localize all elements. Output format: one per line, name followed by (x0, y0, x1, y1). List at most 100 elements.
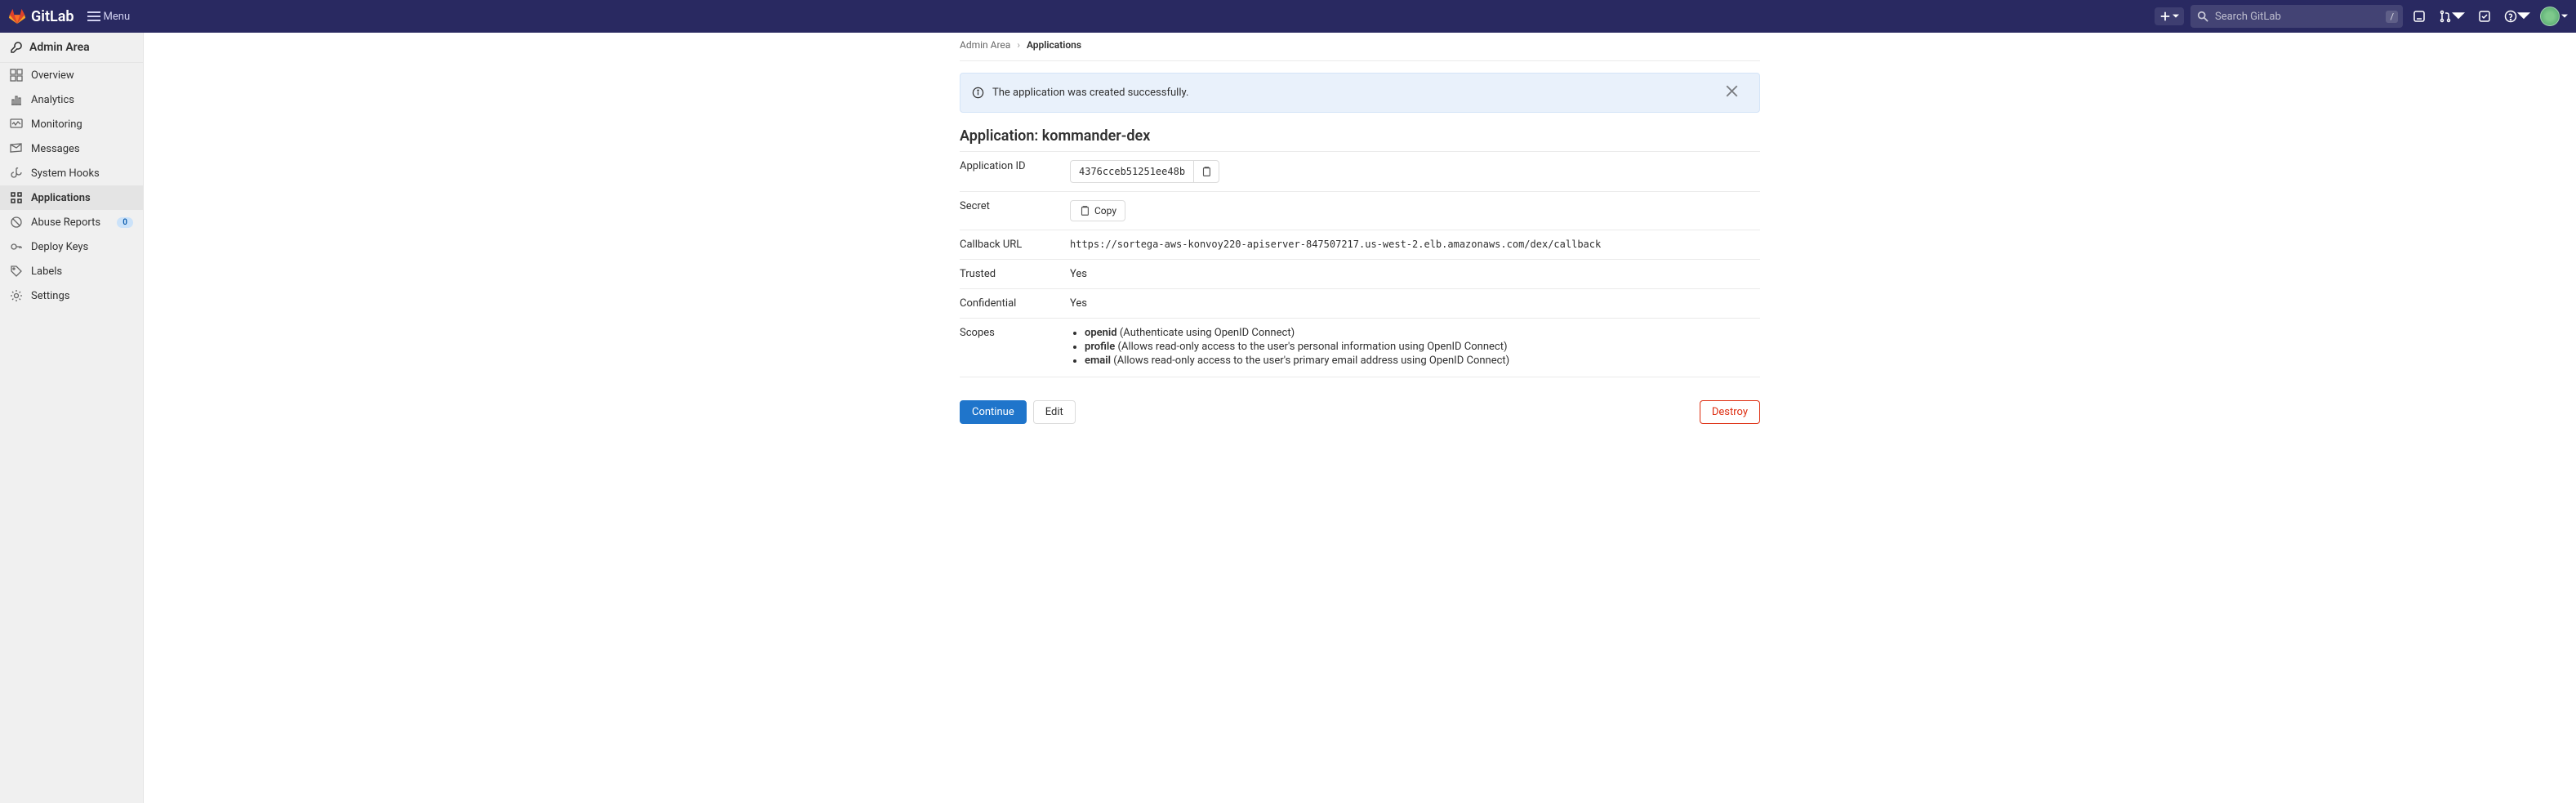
label-confidential: Confidential (960, 297, 1070, 310)
user-menu[interactable] (2540, 7, 2568, 26)
sidebar-item-label: Overview (31, 69, 74, 82)
sidebar-item-analytics[interactable]: Analytics (0, 87, 143, 112)
chevron-down-icon (2173, 14, 2179, 19)
sidebar-item-applications[interactable]: Applications (0, 185, 143, 210)
brand-text: GitLab (31, 8, 74, 25)
app-id-value[interactable]: 4376cceb51251ee48b (1071, 161, 1193, 182)
copy-secret-button[interactable]: Copy (1070, 200, 1125, 221)
sidebar-title-text: Admin Area (29, 41, 90, 54)
breadcrumb-separator: › (1017, 39, 1020, 51)
sidebar-item-label: Labels (31, 265, 62, 278)
destroy-button[interactable]: Destroy (1700, 400, 1760, 424)
search-input[interactable] (2208, 11, 2386, 23)
row-app-id: Application ID 4376cceb51251ee48b (960, 152, 1760, 192)
help-button[interactable] (2501, 7, 2534, 26)
gear-icon (10, 289, 23, 302)
copy-label: Copy (1094, 205, 1116, 216)
todo-icon (2478, 10, 2491, 23)
continue-button[interactable]: Continue (960, 400, 1027, 424)
scope-desc: (Authenticate using OpenID Connect) (1120, 327, 1295, 339)
copy-app-id-button[interactable] (1193, 161, 1219, 182)
merge-request-icon (2439, 10, 2452, 23)
help-icon (2504, 10, 2517, 23)
search-bar[interactable]: / (2190, 5, 2403, 28)
callback-value: https://sortega-aws-konvoy220-apiserver-… (1070, 239, 1760, 250)
messages-icon (10, 142, 23, 155)
sidebar-item-deploy-keys[interactable]: Deploy Keys (0, 234, 143, 259)
label-app-id: Application ID (960, 160, 1070, 172)
close-icon (1726, 85, 1738, 97)
scope-name: openid (1085, 327, 1117, 339)
sidebar-item-system-hooks[interactable]: System Hooks (0, 161, 143, 185)
hooks-icon (10, 167, 23, 180)
gitlab-icon (8, 7, 26, 25)
row-callback: Callback URL https://sortega-aws-konvoy2… (960, 230, 1760, 260)
chevron-down-icon (2561, 14, 2568, 19)
applications-icon (10, 191, 23, 204)
sidebar-item-labels[interactable]: Labels (0, 259, 143, 283)
overview-icon (10, 69, 23, 82)
page-title: Application: kommander-dex (960, 127, 1760, 145)
sidebar-item-monitoring[interactable]: Monitoring (0, 112, 143, 136)
alert-close-button[interactable] (1724, 83, 1748, 102)
merge-requests-button[interactable] (2436, 7, 2468, 26)
trusted-value: Yes (1070, 268, 1760, 280)
new-button[interactable] (2155, 7, 2184, 25)
wrench-icon (10, 41, 23, 54)
monitoring-icon (10, 118, 23, 131)
todos-button[interactable] (2475, 7, 2494, 26)
label-callback: Callback URL (960, 239, 1070, 251)
scope-item: email (Allows read-only access to the us… (1085, 355, 1760, 367)
scope-desc: (Allows read-only access to the user's p… (1118, 341, 1508, 353)
label-trusted: Trusted (960, 268, 1070, 280)
chevron-down-icon (2517, 10, 2530, 23)
scope-desc: (Allows read-only access to the user's p… (1113, 355, 1509, 367)
success-alert: The application was created successfully… (960, 73, 1760, 113)
sidebar-item-label: Analytics (31, 94, 74, 106)
labels-icon (10, 265, 23, 278)
abuse-count-badge: 0 (117, 217, 133, 228)
scopes-list: openid (Authenticate using OpenID Connec… (1070, 327, 1760, 367)
sidebar-item-label: Monitoring (31, 118, 82, 131)
sidebar-item-overview[interactable]: Overview (0, 63, 143, 87)
slash-shortcut: / (2386, 11, 2398, 23)
sidebar-title[interactable]: Admin Area (0, 33, 143, 63)
gitlab-logo[interactable]: GitLab (8, 7, 74, 25)
application-details: Application ID 4376cceb51251ee48b Secret (960, 151, 1760, 377)
breadcrumb-current: Applications (1027, 39, 1081, 51)
breadcrumb: Admin Area › Applications (960, 33, 1760, 61)
scope-item: profile (Allows read-only access to the … (1085, 341, 1760, 353)
row-trusted: Trusted Yes (960, 260, 1760, 289)
sidebar-item-abuse-reports[interactable]: Abuse Reports 0 (0, 210, 143, 234)
sidebar-item-settings[interactable]: Settings (0, 283, 143, 308)
sidebar-item-label: Abuse Reports (31, 216, 100, 229)
abuse-icon (10, 216, 23, 229)
menu-button[interactable]: Menu (81, 7, 137, 26)
sidebar-item-label: Settings (31, 290, 69, 302)
search-icon (2197, 11, 2208, 22)
clipboard-icon (1201, 166, 1212, 177)
issues-icon-button[interactable] (2409, 7, 2429, 26)
top-navbar: GitLab Menu / (0, 0, 2576, 33)
sidebar-item-label: System Hooks (31, 167, 100, 180)
action-buttons: Continue Edit Destroy (960, 400, 1760, 424)
edit-button[interactable]: Edit (1033, 400, 1076, 424)
menu-label: Menu (104, 11, 131, 23)
clipboard-icon (1079, 205, 1090, 216)
plus-icon (2159, 11, 2171, 22)
key-icon (10, 240, 23, 253)
sidebar-item-messages[interactable]: Messages (0, 136, 143, 161)
chevron-down-icon (2452, 10, 2465, 23)
row-secret: Secret Copy (960, 192, 1760, 230)
row-confidential: Confidential Yes (960, 289, 1760, 319)
breadcrumb-root[interactable]: Admin Area (960, 39, 1010, 51)
scope-name: profile (1085, 341, 1115, 353)
avatar (2540, 7, 2560, 26)
app-id-group: 4376cceb51251ee48b (1070, 160, 1219, 183)
row-scopes: Scopes openid (Authenticate using OpenID… (960, 319, 1760, 377)
sidebar-item-label: Applications (31, 192, 91, 204)
issues-icon (2413, 10, 2426, 23)
sidebar-item-label: Messages (31, 143, 80, 155)
analytics-icon (10, 93, 23, 106)
confidential-value: Yes (1070, 297, 1760, 310)
